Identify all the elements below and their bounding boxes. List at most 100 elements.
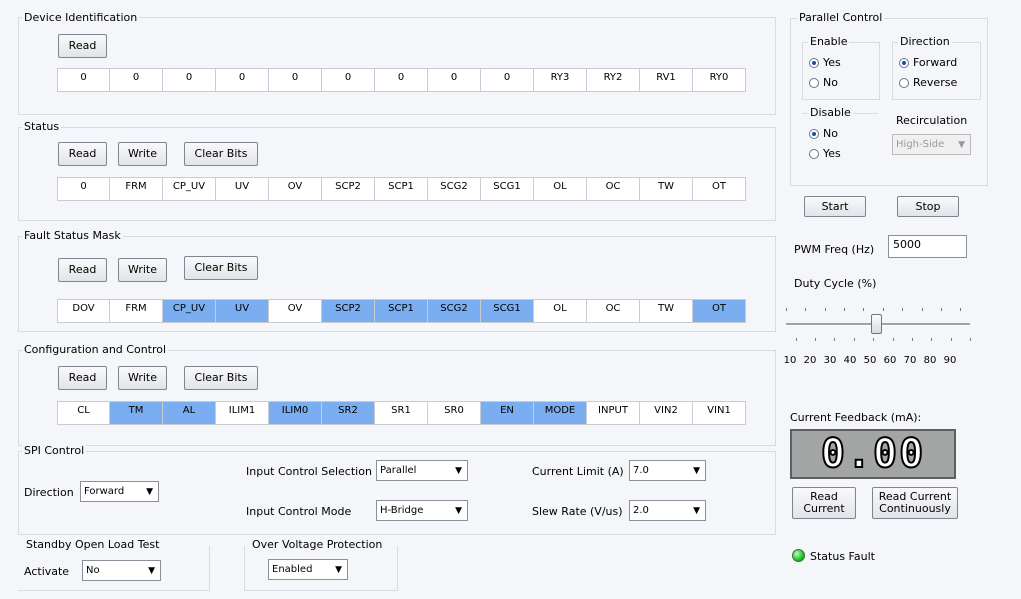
enable-no-radio[interactable]: No [809, 76, 838, 89]
status-bit[interactable]: OV [269, 177, 322, 201]
spi-direction-select[interactable]: Forward ▼ [80, 481, 159, 502]
fault-mask-bit[interactable]: OC [587, 299, 640, 323]
status-bit[interactable]: SCP2 [322, 177, 375, 201]
fault-mask-write-button[interactable]: Write [118, 258, 167, 282]
status-bit[interactable]: OL [534, 177, 587, 201]
config-bit[interactable]: VIN2 [640, 401, 693, 425]
fault-status-mask-title: Fault Status Mask [22, 229, 123, 242]
over-voltage-select[interactable]: Enabled ▼ [268, 559, 348, 580]
read-current-continuously-button[interactable]: Read Current Continuously [872, 487, 958, 519]
config-bit[interactable]: AL [163, 401, 216, 425]
fault-mask-bit[interactable]: SCG2 [428, 299, 481, 323]
slider-thumb[interactable] [871, 314, 882, 334]
input-control-mode-select[interactable]: H-Bridge ▼ [376, 500, 468, 521]
device-id-bit[interactable]: 0 [375, 68, 428, 92]
status-bit[interactable]: CP_UV [163, 177, 216, 201]
device-id-bit[interactable]: RY2 [587, 68, 640, 92]
tick-label: 70 [903, 355, 917, 366]
stop-button[interactable]: Stop [897, 196, 959, 217]
fault-mask-bit[interactable]: SCG1 [481, 299, 534, 323]
fault-mask-read-button[interactable]: Read [58, 258, 107, 282]
over-voltage-value: Enabled [272, 564, 313, 575]
config-bit[interactable]: VIN1 [693, 401, 746, 425]
device-id-read-button[interactable]: Read [58, 34, 107, 58]
device-id-bit[interactable]: 0 [269, 68, 322, 92]
status-write-button[interactable]: Write [118, 142, 167, 166]
fault-mask-bit[interactable]: CP_UV [163, 299, 216, 323]
config-bit[interactable]: SR0 [428, 401, 481, 425]
device-id-bit[interactable]: 0 [163, 68, 216, 92]
fault-mask-bit[interactable]: UV [216, 299, 269, 323]
device-id-bit[interactable]: RY3 [534, 68, 587, 92]
config-bit[interactable]: TM [110, 401, 163, 425]
config-bit[interactable]: MODE [534, 401, 587, 425]
fault-mask-bit[interactable]: OV [269, 299, 322, 323]
enable-group [802, 42, 880, 100]
fault-mask-bit[interactable]: FRM [110, 299, 163, 323]
activate-select[interactable]: No ▼ [82, 560, 161, 581]
config-bit[interactable]: CL [57, 401, 110, 425]
tick-label: 30 [823, 355, 837, 366]
pwm-freq-input[interactable]: 5000 [888, 235, 967, 258]
status-bit[interactable]: UV [216, 177, 269, 201]
status-bit[interactable]: OC [587, 177, 640, 201]
config-bit[interactable]: ILIM1 [216, 401, 269, 425]
status-bit[interactable]: FRM [110, 177, 163, 201]
status-read-button[interactable]: Read [58, 142, 107, 166]
current-limit-select[interactable]: 7.0 ▼ [629, 460, 706, 481]
disable-no-radio[interactable]: No [809, 127, 838, 140]
config-read-button[interactable]: Read [58, 366, 107, 390]
config-bit[interactable]: SR2 [322, 401, 375, 425]
fault-mask-bit[interactable]: SCP2 [322, 299, 375, 323]
fault-mask-bit[interactable]: OT [693, 299, 746, 323]
status-bit[interactable]: TW [640, 177, 693, 201]
status-clear-bits-button[interactable]: Clear Bits [184, 142, 258, 166]
fault-mask-bit[interactable]: OL [534, 299, 587, 323]
enable-yes-radio[interactable]: Yes [809, 56, 841, 69]
disable-yes-radio[interactable]: Yes [809, 147, 841, 160]
read-current-button[interactable]: Read Current [792, 487, 856, 519]
slider-tick [815, 338, 817, 341]
status-bit[interactable]: SCG2 [428, 177, 481, 201]
config-clear-bits-button[interactable]: Clear Bits [184, 366, 258, 390]
device-id-bit[interactable]: 0 [57, 68, 110, 92]
status-fault-label: Status Fault [810, 550, 875, 563]
chevron-down-icon: ▼ [958, 139, 965, 150]
direction-reverse-radio[interactable]: Reverse [899, 76, 957, 89]
config-bit[interactable]: INPUT [587, 401, 640, 425]
tick-label: 20 [803, 355, 817, 366]
fault-mask-bit[interactable]: SCP1 [375, 299, 428, 323]
device-id-bit[interactable]: 0 [110, 68, 163, 92]
fault-mask-bit[interactable]: DOV [57, 299, 110, 323]
slider-tick [950, 338, 952, 341]
input-control-mode-label: Input Control Mode [246, 505, 352, 518]
configuration-control-group [18, 350, 776, 446]
input-control-selection-select[interactable]: Parallel ▼ [376, 460, 468, 481]
status-bit[interactable]: SCG1 [481, 177, 534, 201]
device-id-bit[interactable]: RY0 [693, 68, 746, 92]
disable-title: Disable [808, 106, 853, 119]
device-id-bit[interactable]: 0 [322, 68, 375, 92]
config-bit[interactable]: EN [481, 401, 534, 425]
fault-mask-bit[interactable]: TW [640, 299, 693, 323]
status-bit[interactable]: OT [693, 177, 746, 201]
device-id-bit[interactable]: 0 [481, 68, 534, 92]
activate-value: No [86, 565, 100, 576]
duty-cycle-slider[interactable] [786, 300, 972, 350]
tick-label: 40 [843, 355, 857, 366]
device-id-bit[interactable]: 0 [216, 68, 269, 92]
recirculation-select[interactable]: High-Side ▼ [892, 134, 971, 155]
config-bit[interactable]: ILIM0 [269, 401, 322, 425]
config-write-button[interactable]: Write [118, 366, 167, 390]
device-id-bit[interactable]: 0 [428, 68, 481, 92]
status-bit[interactable]: 0 [57, 177, 110, 201]
status-bit[interactable]: SCP1 [375, 177, 428, 201]
config-bit[interactable]: SR1 [375, 401, 428, 425]
enable-no-label: No [823, 76, 838, 89]
device-id-bit[interactable]: RV1 [640, 68, 693, 92]
radio-selected-icon [809, 57, 819, 68]
start-button[interactable]: Start [804, 196, 866, 217]
direction-forward-radio[interactable]: Forward [899, 56, 957, 69]
fault-mask-clear-bits-button[interactable]: Clear Bits [184, 256, 258, 280]
slew-rate-select[interactable]: 2.0 ▼ [629, 500, 706, 521]
